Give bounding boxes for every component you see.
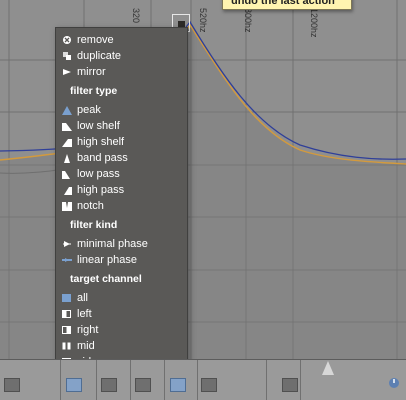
low-pass-icon [62,169,72,179]
mirror-icon [62,67,72,77]
toolbar-button[interactable] [4,378,20,392]
high-pass-icon [62,185,72,195]
freq-label-1200hz: 1200hz [309,8,319,38]
menu-label-right: right [77,324,99,336]
menu-item-low-shelf[interactable]: low shelf [62,118,187,134]
toolbar-button[interactable] [66,378,82,392]
menu-label-peak: peak [77,104,101,116]
menu-item-linear-phase[interactable]: linear phase [62,252,187,268]
menu-item-notch[interactable]: notch [62,198,187,214]
toolbar-divider [300,360,301,400]
filter-type-heading: filter type [70,85,118,97]
toolbar-button[interactable] [135,378,151,392]
eq-editor: 320 520hz 800hz 1200hz undo the last act… [0,0,406,400]
low-shelf-icon [62,121,72,131]
toolbar-button[interactable] [170,378,186,392]
eq-context-menu: remove duplicate mirror filter type peak… [55,27,188,376]
freq-label-800hz: 800hz [243,8,253,33]
toolbar-button[interactable] [101,378,117,392]
toolbar-marker-icon [322,361,334,375]
menu-item-mid[interactable]: mid [62,338,187,354]
toolbar-divider [60,360,61,400]
menu-label-mid: mid [77,340,95,352]
menu-label-mirror: mirror [77,66,106,78]
menu-item-mirror[interactable]: mirror [62,64,187,80]
menu-item-all[interactable]: all [62,290,187,306]
menu-item-high-shelf[interactable]: high shelf [62,134,187,150]
linear-phase-icon [62,255,72,265]
power-icon[interactable] [388,377,400,389]
menu-label-high-pass: high pass [77,184,125,196]
minimal-phase-icon [62,239,72,249]
toolbar-divider [130,360,131,400]
menu-label-all: all [77,292,89,304]
menu-item-low-pass[interactable]: low pass [62,166,187,182]
toolbar-button[interactable] [201,378,217,392]
toolbar-divider [197,360,198,400]
left-channel-icon [62,309,72,319]
menu-label-minimal-phase: minimal phase [77,238,148,250]
bottom-toolbar [0,359,406,400]
menu-label-duplicate: duplicate [77,50,122,62]
undo-tooltip: undo the last action [222,0,352,10]
menu-label-linear-phase: linear phase [77,254,137,266]
all-channel-icon [62,293,72,303]
mid-channel-icon [62,341,72,351]
notch-icon [62,201,72,211]
menu-item-high-pass[interactable]: high pass [62,182,187,198]
right-channel-icon [62,325,72,335]
menu-item-right[interactable]: right [62,322,187,338]
menu-item-minimal-phase[interactable]: minimal phase [62,236,187,252]
menu-item-duplicate[interactable]: duplicate [62,48,187,64]
close-circle-icon [62,35,72,45]
menu-label-high-shelf: high shelf [77,136,125,148]
filter-kind-heading: filter kind [70,219,118,231]
menu-item-remove[interactable]: remove [62,32,187,48]
menu-label-low-shelf: low shelf [77,120,120,132]
freq-label-320: 320 [131,8,141,24]
target-channel-heading: target channel [70,273,142,285]
high-shelf-icon [62,137,72,147]
menu-item-left[interactable]: left [62,306,187,322]
peak-icon [62,105,72,115]
band-pass-icon [62,153,72,163]
menu-label-band-pass: band pass [77,152,128,164]
toolbar-divider [164,360,165,400]
menu-label-left: left [77,308,92,320]
menu-label-notch: notch [77,200,104,212]
freq-label-520hz: 520hz [198,8,208,33]
menu-item-band-pass[interactable]: band pass [62,150,187,166]
toolbar-divider [266,360,267,400]
duplicate-icon [62,51,72,61]
toolbar-button[interactable] [282,378,298,392]
menu-label-remove: remove [77,34,114,46]
menu-item-peak[interactable]: peak [62,102,187,118]
menu-label-low-pass: low pass [77,168,120,180]
toolbar-divider [96,360,97,400]
